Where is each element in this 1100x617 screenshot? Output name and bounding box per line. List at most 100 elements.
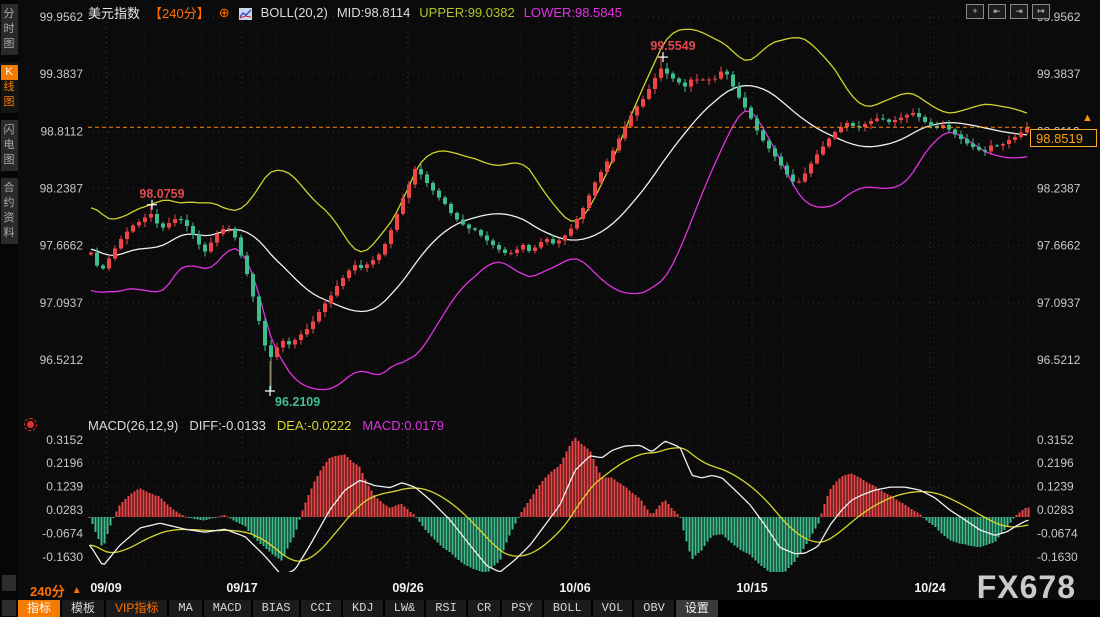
svg-text:0.0283: 0.0283 [1037,503,1074,517]
svg-text:09/17: 09/17 [226,581,257,595]
svg-text:97.0937: 97.0937 [1037,296,1081,310]
svg-text:10/15: 10/15 [736,581,767,595]
svg-text:97.6662: 97.6662 [40,239,84,253]
symbol-name: 美元指数 [88,3,140,22]
toolbar-item-VOL[interactable]: VOL [593,600,633,617]
svg-text:97.6662: 97.6662 [1037,239,1081,253]
toolbar-item-RSI[interactable]: RSI [426,600,466,617]
macd-panel [89,438,1030,579]
sidebar-tab-char: 闪 [1,123,18,138]
toolbar-item-MACD[interactable]: MACD [204,600,251,617]
sidebar-tab-4[interactable]: 合约资料 [1,178,18,244]
toolbar-item-指标[interactable]: 指标 [18,600,60,617]
svg-text:-0.0674: -0.0674 [1037,526,1078,540]
sidebar-tab-char: 合 [1,181,18,196]
sidebar-tab-char: 分 [1,7,18,22]
boll-mid-value: MID:98.8114 [337,5,410,20]
toolbar-item-OBV[interactable]: OBV [634,600,674,617]
svg-text:99.5549: 99.5549 [650,39,695,53]
svg-text:0.0283: 0.0283 [46,503,83,517]
macd-header: MACD(26,12,9) DIFF:-0.0133 DEA:-0.0222 M… [88,418,444,433]
current-price-tag: 98.8519 [1030,129,1097,147]
svg-text:96.5212: 96.5212 [40,353,84,367]
shift-right-icon[interactable]: ↦ [1032,4,1050,19]
boll-upper-value: UPPER:99.0382 [419,5,514,20]
macd-params: MACD(26,12,9) [88,418,178,433]
sidebar-tab-char: 约 [1,196,18,211]
toolbar-item-VIP指标[interactable]: VIP指标 [106,600,167,617]
sidebar-tab-2[interactable]: K线图 [1,62,18,113]
sidebar-tab-char: 时 [1,22,18,37]
crosshair-icon[interactable]: + [966,4,984,19]
macd-dea-value: DEA:-0.0222 [277,418,351,433]
toolbar-item-BOLL[interactable]: BOLL [544,600,591,617]
period-selector-label: 240分 [30,581,65,600]
svg-text:09/26: 09/26 [392,581,423,595]
pan-right-icon[interactable]: ⇥ [1010,4,1028,19]
sidebar-tab-char: 图 [1,37,18,52]
svg-text:98.2387: 98.2387 [1037,182,1081,196]
svg-text:0.1239: 0.1239 [1037,480,1074,494]
svg-text:10/06: 10/06 [559,581,590,595]
title-bar: 美元指数 【240分】 ⊕ BOLL(20,2) MID:98.8114 UPP… [88,3,622,22]
toolbar-item-BIAS[interactable]: BIAS [253,600,300,617]
toolbar-item-MA[interactable]: MA [169,600,201,617]
bollinger-bands [91,29,1027,389]
svg-text:0.2196: 0.2196 [1037,456,1074,470]
sidebar-bottom-button-2[interactable] [2,600,16,616]
blink-dot-icon [27,421,34,428]
svg-text:0.2196: 0.2196 [46,456,83,470]
target-icon[interactable]: ⊕ [219,5,230,21]
chart-tool-icons: + ⇤ ⇥ ↦ [966,4,1050,19]
toolbar-item-设置[interactable]: 设置 [676,600,718,617]
toolbar-item-KDJ[interactable]: KDJ [343,600,383,617]
candlestick-series [89,57,1029,391]
svg-text:09/09: 09/09 [90,581,121,595]
toolbar-item-CCI[interactable]: CCI [301,600,341,617]
svg-text:0.3152: 0.3152 [46,433,83,447]
svg-text:-0.0674: -0.0674 [42,526,83,540]
sidebar-bottom-button-1[interactable] [2,575,16,591]
macd-macd-value: MACD:0.0179 [362,418,444,433]
period-selector[interactable]: 240分 ▲ [30,581,82,600]
svg-text:96.2109: 96.2109 [275,395,320,409]
svg-text:99.9562: 99.9562 [40,10,84,24]
macd-diff-value: DIFF:-0.0133 [189,418,266,433]
svg-text:-0.1630: -0.1630 [1037,550,1078,564]
svg-text:0.3152: 0.3152 [1037,433,1074,447]
sidebar-tab-char: 图 [1,153,18,168]
sidebar: 分时图K线图闪电图合约资料 [0,0,18,617]
svg-text:98.2387: 98.2387 [40,182,84,196]
svg-text:10/24: 10/24 [914,581,945,595]
svg-text:96.5212: 96.5212 [1037,353,1081,367]
svg-text:98.8112: 98.8112 [41,124,84,138]
sidebar-tab-char: 图 [1,95,18,110]
pan-left-icon[interactable]: ⇤ [988,4,1006,19]
triangle-up-icon: ▲ [72,585,82,596]
sidebar-tab-1[interactable]: 分时图 [1,4,18,55]
indicator-toolbar: 指标模板VIP指标MAMACDBIASCCIKDJLW&RSICRPSYBOLL… [18,600,1100,617]
boll-lower-value: LOWER:98.5845 [524,5,622,20]
svg-text:97.0937: 97.0937 [40,296,84,310]
toolbar-item-PSY[interactable]: PSY [502,600,542,617]
sidebar-tab-char: 料 [1,226,18,241]
sidebar-tab-char: 电 [1,138,18,153]
svg-text:99.3837: 99.3837 [1037,67,1081,81]
price-tag-arrow-icon: ▲ [1082,112,1093,124]
macd-histogram [89,438,1030,579]
svg-text:99.3837: 99.3837 [40,67,84,81]
sidebar-tab-char: 线 [1,80,18,95]
chart-icon[interactable] [239,8,252,19]
svg-text:-0.1630: -0.1630 [42,550,83,564]
toolbar-item-LW&[interactable]: LW& [385,600,425,617]
svg-text:0.1239: 0.1239 [46,480,83,494]
chart-canvas[interactable]: 98.075996.210999.554999.956299.956299.38… [0,0,1100,617]
sidebar-tab-3[interactable]: 闪电图 [1,120,18,171]
boll-params: BOLL(20,2) [261,5,328,20]
sidebar-tab-char: 资 [1,211,18,226]
toolbar-item-CR[interactable]: CR [468,600,500,617]
period-badge: 【240分】 [149,3,210,22]
svg-text:98.0759: 98.0759 [139,187,184,201]
sidebar-tab-char: K [1,65,18,80]
toolbar-item-模板[interactable]: 模板 [62,600,104,617]
